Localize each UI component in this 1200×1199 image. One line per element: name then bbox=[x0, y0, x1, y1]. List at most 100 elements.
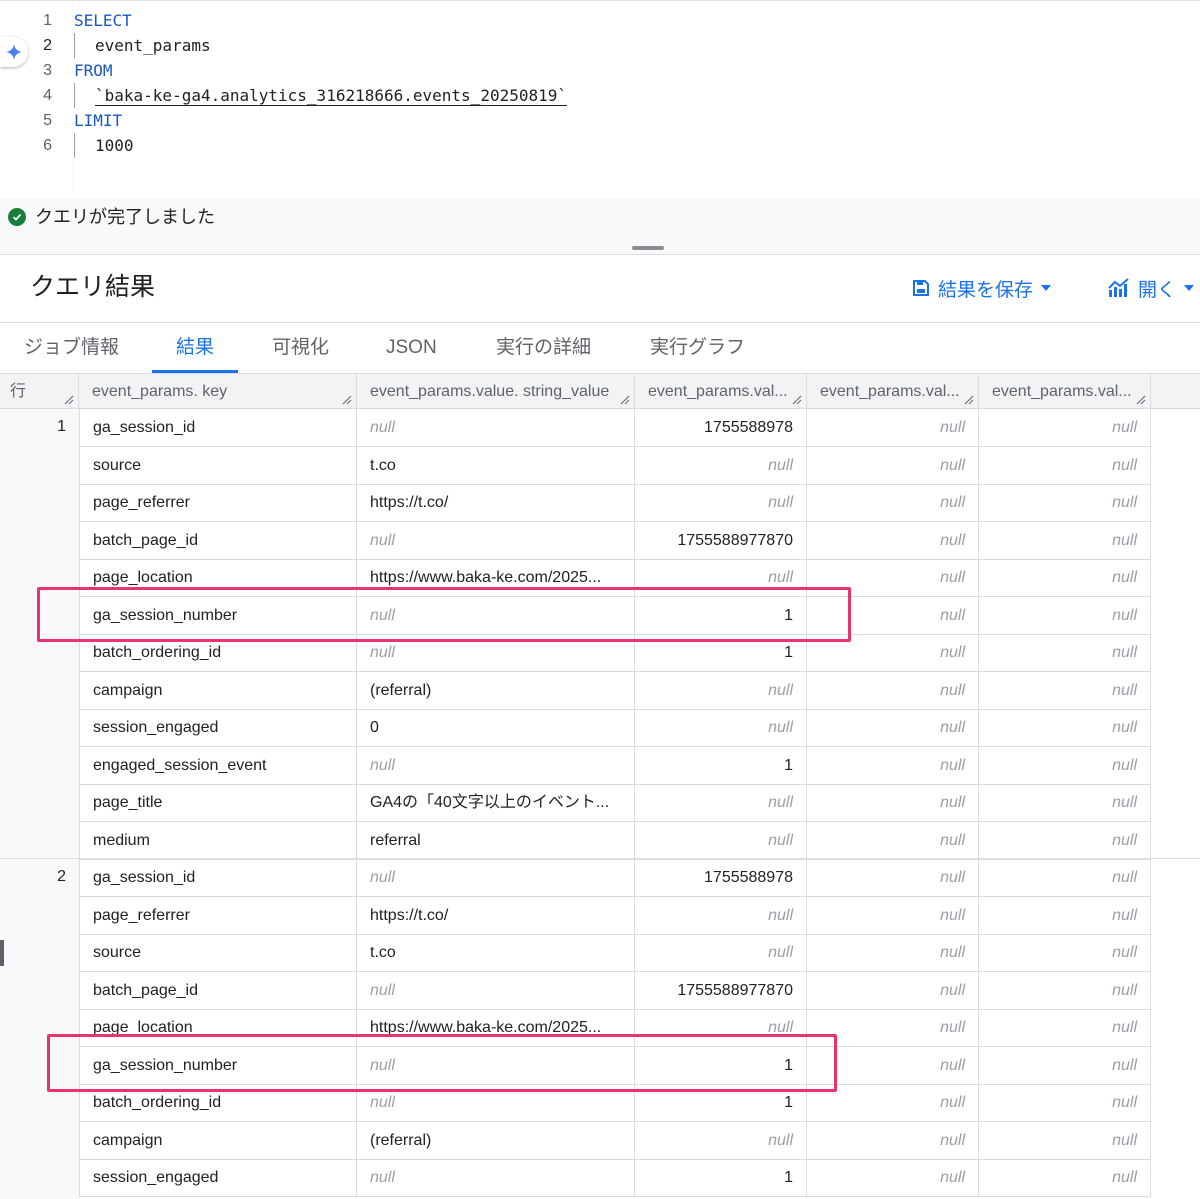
cell-int-value[interactable]: 1755588978 bbox=[635, 409, 807, 446]
cell-double-value[interactable]: null bbox=[979, 671, 1151, 709]
cell-float-value[interactable]: null bbox=[807, 1046, 979, 1084]
cell-float-value[interactable]: null bbox=[807, 409, 979, 446]
table-row[interactable]: ga_session_id null 1755588978 null null bbox=[79, 409, 1151, 447]
cell-int-value[interactable]: 1 bbox=[635, 746, 807, 784]
cell-int-value[interactable]: null bbox=[635, 671, 807, 709]
cell-string-value[interactable]: 0 bbox=[357, 709, 635, 746]
resize-grip-icon[interactable] bbox=[964, 395, 974, 405]
tab-results[interactable]: 結果 bbox=[152, 323, 239, 373]
cell-int-value[interactable]: 1755588978 bbox=[635, 859, 807, 896]
cell-double-value[interactable]: null bbox=[979, 559, 1151, 596]
cell-float-value[interactable]: null bbox=[807, 859, 979, 896]
cell-string-value[interactable]: https://www.baka-ke.com/2025... bbox=[357, 559, 635, 596]
cell-int-value[interactable]: null bbox=[635, 934, 807, 971]
sql-editor[interactable]: 1 SELECT 2 event_params 3 FROM 4 `baka-k… bbox=[0, 0, 1200, 199]
table-reference[interactable]: `baka-ke-ga4.analytics_316218666.events_… bbox=[74, 83, 567, 108]
cell-int-value[interactable]: 1 bbox=[635, 596, 807, 634]
cell-key[interactable]: session_engaged bbox=[79, 709, 357, 746]
column-header-float-value[interactable]: event_params.val... bbox=[807, 374, 979, 409]
cell-string-value[interactable]: https://www.baka-ke.com/2025... bbox=[357, 1009, 635, 1046]
cell-double-value[interactable]: null bbox=[979, 1009, 1151, 1046]
cell-float-value[interactable]: null bbox=[807, 934, 979, 971]
cell-float-value[interactable]: null bbox=[807, 784, 979, 821]
cell-key[interactable]: engaged_session_event bbox=[79, 746, 357, 784]
cell-float-value[interactable]: null bbox=[807, 484, 979, 521]
cell-string-value[interactable]: null bbox=[357, 409, 635, 446]
cell-string-value[interactable]: null bbox=[357, 1084, 635, 1121]
code-line-2[interactable]: 2 event_params bbox=[0, 33, 1200, 58]
cell-int-value[interactable]: null bbox=[635, 484, 807, 521]
table-row[interactable]: session_engaged 0 null null null bbox=[79, 709, 1151, 747]
cell-float-value[interactable]: null bbox=[807, 634, 979, 671]
cell-float-value[interactable]: null bbox=[807, 1121, 979, 1159]
cell-key[interactable]: page_location bbox=[79, 559, 357, 596]
cell-key[interactable]: ga_session_number bbox=[79, 596, 357, 634]
cell-double-value[interactable]: null bbox=[979, 596, 1151, 634]
column-header-double-value[interactable]: event_params.val... bbox=[979, 374, 1151, 409]
cell-int-value[interactable]: 1 bbox=[635, 634, 807, 671]
table-row[interactable]: source t.co null null null bbox=[79, 446, 1151, 485]
tab-visualization[interactable]: 可視化 bbox=[248, 323, 353, 373]
cell-double-value[interactable]: null bbox=[979, 484, 1151, 521]
cell-string-value[interactable]: t.co bbox=[357, 934, 635, 971]
cell-string-value[interactable]: null bbox=[357, 521, 635, 559]
cell-float-value[interactable]: null bbox=[807, 671, 979, 709]
resize-grip-icon[interactable] bbox=[342, 395, 352, 405]
cell-double-value[interactable]: null bbox=[979, 446, 1151, 484]
cell-key[interactable]: page_referrer bbox=[79, 896, 357, 934]
cell-int-value[interactable]: null bbox=[635, 1009, 807, 1046]
cell-double-value[interactable]: null bbox=[979, 821, 1151, 859]
table-row[interactable]: batch_ordering_id null 1 null null bbox=[79, 634, 1151, 672]
table-row[interactable]: batch_page_id null 1755588977870 null null bbox=[79, 521, 1151, 560]
cell-string-value[interactable]: null bbox=[357, 746, 635, 784]
tab-execution-graph[interactable]: 実行グラフ bbox=[626, 323, 769, 373]
cell-float-value[interactable]: null bbox=[807, 1009, 979, 1046]
tab-json[interactable]: JSON bbox=[362, 323, 461, 373]
cell-float-value[interactable]: null bbox=[807, 596, 979, 634]
cell-key[interactable]: ga_session_id bbox=[79, 859, 357, 896]
cell-double-value[interactable]: null bbox=[979, 1046, 1151, 1084]
table-row[interactable]: page_location https://www.baka-ke.com/202… bbox=[79, 1009, 1151, 1047]
cell-int-value[interactable]: null bbox=[635, 709, 807, 746]
table-row[interactable]: ga_session_number null 1 null null bbox=[79, 596, 1151, 635]
cell-int-value[interactable]: 1755588977870 bbox=[635, 971, 807, 1009]
cell-int-value[interactable]: null bbox=[635, 896, 807, 934]
cell-int-value[interactable]: null bbox=[635, 784, 807, 821]
cell-float-value[interactable]: null bbox=[807, 1084, 979, 1121]
results-grid[interactable]: 行 event_params. key event_params.value. … bbox=[0, 374, 1200, 1199]
cell-float-value[interactable]: null bbox=[807, 746, 979, 784]
cell-key[interactable]: ga_session_number bbox=[79, 1046, 357, 1084]
cell-key[interactable]: source bbox=[79, 446, 357, 484]
cell-float-value[interactable]: null bbox=[807, 971, 979, 1009]
column-header-int-value[interactable]: event_params.val... bbox=[635, 374, 807, 409]
cell-int-value[interactable]: null bbox=[635, 821, 807, 859]
cell-key[interactable]: campaign bbox=[79, 671, 357, 709]
cell-double-value[interactable]: null bbox=[979, 859, 1151, 896]
table-row[interactable]: session_engaged null 1 null null bbox=[79, 1159, 1151, 1197]
scroll-indicator[interactable] bbox=[0, 940, 4, 966]
column-header-key[interactable]: event_params. key bbox=[79, 374, 357, 409]
cell-float-value[interactable]: null bbox=[807, 1159, 979, 1196]
cell-int-value[interactable]: 1755588977870 bbox=[635, 521, 807, 559]
cell-double-value[interactable]: null bbox=[979, 521, 1151, 559]
cell-double-value[interactable]: null bbox=[979, 634, 1151, 671]
code-line-5[interactable]: 5 LIMIT bbox=[0, 108, 1200, 133]
column-header-string-value[interactable]: event_params.value. string_value bbox=[357, 374, 635, 409]
panel-resize-handle[interactable] bbox=[632, 246, 664, 250]
cell-string-value[interactable]: (referral) bbox=[357, 1121, 635, 1159]
cell-float-value[interactable]: null bbox=[807, 559, 979, 596]
code-line-3[interactable]: 3 FROM bbox=[0, 58, 1200, 83]
cell-string-value[interactable]: null bbox=[357, 859, 635, 896]
cell-string-value[interactable]: null bbox=[357, 1046, 635, 1084]
cell-key[interactable]: batch_page_id bbox=[79, 971, 357, 1009]
cell-double-value[interactable]: null bbox=[979, 1121, 1151, 1159]
cell-double-value[interactable]: null bbox=[979, 746, 1151, 784]
cell-string-value[interactable]: null bbox=[357, 1159, 635, 1196]
cell-key[interactable]: ga_session_id bbox=[79, 409, 357, 446]
cell-double-value[interactable]: null bbox=[979, 784, 1151, 821]
cell-string-value[interactable]: (referral) bbox=[357, 671, 635, 709]
table-row[interactable]: page_location https://www.baka-ke.com/202… bbox=[79, 559, 1151, 597]
cell-float-value[interactable]: null bbox=[807, 821, 979, 859]
cell-int-value[interactable]: 1 bbox=[635, 1159, 807, 1196]
cell-key[interactable]: page_location bbox=[79, 1009, 357, 1046]
